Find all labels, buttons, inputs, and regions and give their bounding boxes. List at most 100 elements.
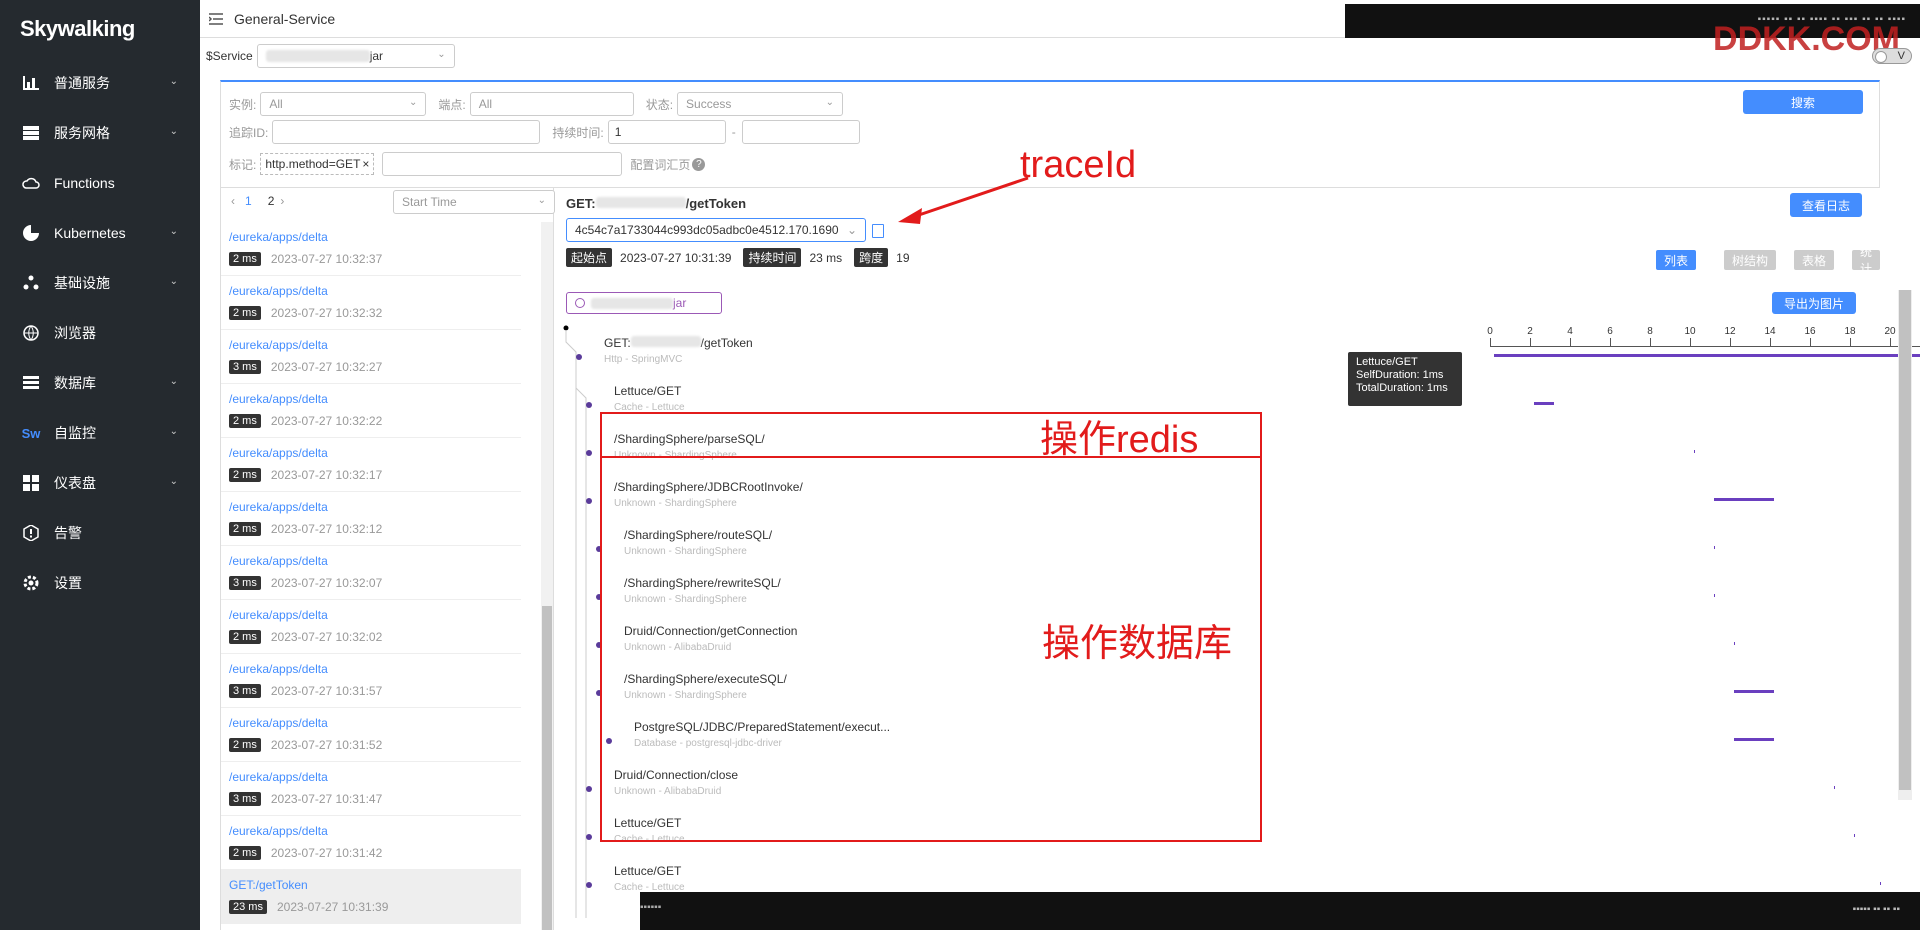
trace-list-item[interactable]: /eureka/apps/delta 2 ms 2023-07-27 10:32… [221,492,521,546]
sidebar-item[interactable]: Kubernetes ⌄ [0,208,200,258]
trace-id-label: 追踪ID: [229,125,269,140]
trace-list-item[interactable]: /eureka/apps/delta 3 ms 2023-07-27 10:31… [221,762,521,816]
sidebar-item[interactable]: Functions [0,158,200,208]
chevron-left-icon[interactable]: ‹ [231,194,235,208]
trace-endpoint[interactable]: /eureka/apps/delta [229,554,521,572]
trace-endpoint[interactable]: /eureka/apps/delta [229,662,521,680]
view-logs-button[interactable]: 查看日志 [1790,193,1862,217]
sidebar-item[interactable]: 设置 [0,558,200,608]
service-pill[interactable]: jar [566,292,722,314]
duration-badge: 3 ms [229,360,261,374]
duration-badge: 2 ms [229,306,261,320]
trace-list-item[interactable]: /eureka/apps/delta 2 ms 2023-07-27 10:32… [221,276,521,330]
page-1[interactable]: 1 [245,194,252,208]
page-2[interactable]: 2 [268,194,275,208]
trace-list-item[interactable]: /eureka/apps/delta 3 ms 2023-07-27 10:32… [221,546,521,600]
sidebar-item[interactable]: 浏览器 [0,308,200,358]
duration-label: 持续时间 [743,248,802,267]
span-bar[interactable] [1880,882,1881,885]
service-select[interactable]: jar ⌄ [256,44,455,68]
sidebar-item[interactable]: 普通服务 ⌄ [0,58,200,108]
span-bar[interactable] [1834,786,1835,789]
trace-list-item[interactable]: /eureka/apps/delta 2 ms 2023-07-27 10:32… [221,600,521,654]
chevron-down-icon: ⌄ [169,276,178,287]
search-button[interactable]: 搜索 [1743,90,1863,114]
trace-list-item[interactable]: /eureka/apps/delta 2 ms 2023-07-27 10:31… [221,708,521,762]
trace-endpoint[interactable]: /eureka/apps/delta [229,716,521,734]
sidebar-item[interactable]: 数据库 ⌄ [0,358,200,408]
sidebar-item[interactable]: 告警 [0,508,200,558]
span-bar[interactable] [1714,498,1774,501]
sidebar-item[interactable]: 仪表盘 ⌄ [0,458,200,508]
chevron-down-icon: ⌄ [408,97,418,108]
span-bar[interactable] [1734,642,1735,645]
config-vocab-link[interactable]: 配置词汇页 [630,156,690,173]
span-dot [586,402,592,408]
trace-list-item[interactable]: /eureka/apps/delta 2 ms 2023-07-27 10:32… [221,384,521,438]
close-icon[interactable]: × [362,157,369,171]
duration-badge: 2 ms [229,414,261,428]
tag-chip-text: http.method=GET [265,157,361,171]
menu-toggle-icon[interactable] [206,9,226,29]
trace-endpoint[interactable]: /eureka/apps/delta [229,446,521,464]
detail-scroll-thumb[interactable] [1899,290,1911,790]
span-bar[interactable] [1854,834,1855,837]
trace-list-item[interactable]: /eureka/apps/delta 3 ms 2023-07-27 10:31… [221,654,521,708]
trace-list-item[interactable]: /eureka/apps/delta 2 ms 2023-07-27 10:32… [221,438,521,492]
trace-endpoint[interactable]: /eureka/apps/delta [229,392,521,410]
theme-toggle[interactable]: V [1872,48,1912,64]
list-scrollbar[interactable] [541,222,553,930]
view-stats-button[interactable]: 统计 [1852,245,1881,276]
trace-endpoint[interactable]: /eureka/apps/delta [229,338,521,356]
trace-endpoint[interactable]: /eureka/apps/delta [229,824,521,842]
span-bar[interactable] [1734,690,1774,693]
trace-endpoint[interactable]: GET:/getToken [229,878,521,896]
sidebar-item[interactable]: 基础设施 ⌄ [0,258,200,308]
instance-select[interactable]: All ⌄ [260,92,427,116]
trace-endpoint[interactable]: /eureka/apps/delta [229,770,521,788]
detail-scrollbar[interactable] [1898,290,1912,800]
span-bar[interactable] [1534,402,1554,405]
service-pill-label: jar [673,296,687,310]
trace-id-select[interactable]: 4c54c7a1733044c993dc05adbc0e4512.170.169… [566,218,866,242]
view-tree-button[interactable]: 树结构 [1724,250,1777,270]
tag-input[interactable] [382,152,623,176]
duration-min-input[interactable]: 1 [607,120,726,144]
trace-endpoint[interactable]: /eureka/apps/delta [229,230,521,248]
view-table-button[interactable]: 表格 [1794,250,1835,270]
sidebar-item-label: Functions [54,175,115,191]
duration-max-input[interactable] [741,120,860,144]
trace-list-item[interactable]: /eureka/apps/delta 2 ms 2023-07-27 10:32… [221,222,521,276]
trace-meta: 3 ms 2023-07-27 10:31:47 [229,792,521,806]
trace-list-item[interactable]: GET:/getToken 23 ms 2023-07-27 10:31:39 [221,870,521,924]
service-row: $Service jar ⌄ [206,44,455,68]
trace-id-input[interactable] [272,120,541,144]
trace-endpoint[interactable]: /eureka/apps/delta [229,284,521,302]
redacted-text [591,297,673,309]
chevron-right-icon[interactable]: › [280,194,284,208]
sidebar-item[interactable]: 服务网格 ⌄ [0,108,200,158]
sidebar-item-label: 仪表盘 [54,475,96,491]
sort-select[interactable]: Start Time ⌄ [393,190,555,214]
span-bar[interactable] [1494,354,1920,357]
trace-endpoint[interactable]: /eureka/apps/delta [229,608,521,626]
span-bar[interactable] [1714,546,1715,549]
filter-row-2: 追踪ID: 持续时间: 1 - [229,120,860,144]
help-icon[interactable]: ? [692,157,706,171]
span-bar[interactable] [1694,450,1695,453]
span-bar[interactable] [1714,594,1715,597]
list-scroll-thumb[interactable] [542,606,552,930]
span-bar[interactable] [1734,738,1774,741]
status-select[interactable]: Success ⌄ [677,92,844,116]
duration-separator: - [731,125,736,139]
sidebar-item[interactable]: Sw 自监控 ⌄ [0,408,200,458]
trace-endpoint[interactable]: /eureka/apps/delta [229,500,521,518]
export-image-button[interactable]: 导出为图片 [1772,292,1856,314]
view-list-button[interactable]: 列表 [1656,250,1697,270]
tag-chip[interactable]: http.method=GET × [260,153,375,175]
trace-list-item[interactable]: /eureka/apps/delta 3 ms 2023-07-27 10:32… [221,330,521,384]
endpoint-select[interactable]: All [469,92,634,116]
trace-list-item[interactable]: /eureka/apps/delta 2 ms 2023-07-27 10:31… [221,816,521,870]
span-row[interactable]: GET: /getToken Http - SpringMVC [556,336,1920,384]
trace-meta: 3 ms 2023-07-27 10:32:27 [229,360,521,374]
